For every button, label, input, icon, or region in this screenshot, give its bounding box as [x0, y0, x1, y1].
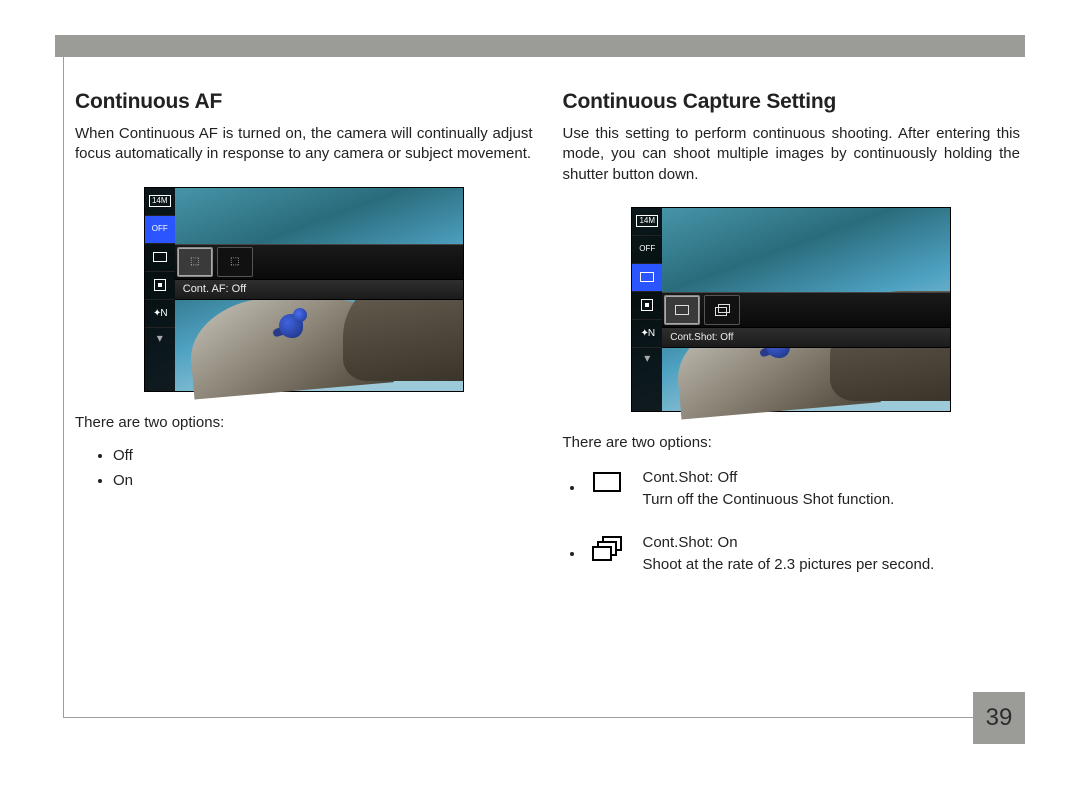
manual-page: Continuous AF When Continuous AF is turn… [0, 0, 1080, 785]
side-metering-icon[interactable] [145, 272, 175, 300]
heading-continuous-af: Continuous AF [75, 90, 533, 114]
bottom-rule [63, 717, 1025, 718]
contshot-on-desc: Shoot at the rate of 2.3 pictures per se… [643, 554, 935, 576]
option-label-capture: Cont.Shot: Off [662, 328, 950, 348]
options-list-af: Off On [113, 447, 533, 489]
menu-sidebar-2: 14M OFF ✦N ▾ [632, 208, 662, 411]
page-number-text: 39 [986, 704, 1013, 732]
camera-lcd-capture: 14M OFF ✦N ▾ Cont.Shot: Off [631, 207, 951, 412]
right-column: Continuous Capture Setting Use this sett… [563, 90, 1021, 598]
contshot-off-desc: Turn off the Continuous Shot function. [643, 489, 895, 511]
opt-contshot-off-icon[interactable] [664, 295, 700, 325]
two-columns: Continuous AF When Continuous AF is turn… [75, 40, 1020, 598]
side-cont-af-icon[interactable]: OFF [145, 216, 175, 244]
option-strip-capture [662, 292, 950, 328]
option-strip-af: ⬚ ⬚ [175, 244, 463, 280]
side-metering-icon-2[interactable] [632, 292, 662, 320]
side-quality-icon-2[interactable]: ✦N [632, 320, 662, 348]
body-continuous-af: When Continuous AF is turned on, the cam… [75, 124, 533, 165]
contshot-on-title: Cont.Shot: On [643, 532, 935, 554]
option-on: On [113, 472, 533, 489]
opt-contshot-on-icon[interactable] [704, 295, 740, 325]
menu-sidebar: 14M OFF ✦N ▾ [145, 188, 175, 391]
side-resolution-icon-2[interactable]: 14M [632, 208, 662, 236]
chevron-down-icon[interactable]: ▾ [145, 328, 175, 348]
opt-af-off-icon[interactable]: ⬚ [177, 247, 213, 277]
options-list-capture: Cont.Shot: Off Turn off the Continuous S… [585, 467, 1021, 576]
side-cont-af-icon-2[interactable]: OFF [632, 236, 662, 264]
heading-continuous-capture: Continuous Capture Setting [563, 90, 1021, 114]
options-intro-capture: There are two options: [563, 434, 1021, 451]
left-rule [63, 57, 64, 717]
multi-frame-icon [585, 532, 629, 562]
page-number: 39 [973, 692, 1025, 744]
side-cont-shot-icon-2[interactable] [632, 264, 662, 292]
chevron-down-icon-2[interactable]: ▾ [632, 348, 662, 368]
left-column: Continuous AF When Continuous AF is turn… [75, 90, 533, 598]
side-cont-shot-icon[interactable] [145, 244, 175, 272]
camera-lcd-af: 14M OFF ✦N ▾ ⬚ ⬚ Cont. AF: Off [144, 187, 464, 392]
contshot-off-title: Cont.Shot: Off [643, 467, 895, 489]
single-frame-icon [585, 467, 629, 497]
options-intro-af: There are two options: [75, 414, 533, 431]
side-resolution-icon[interactable]: 14M [145, 188, 175, 216]
option-contshot-on: Cont.Shot: On Shoot at the rate of 2.3 p… [585, 532, 1021, 576]
opt-af-on-icon[interactable]: ⬚ [217, 247, 253, 277]
photo-bird [273, 306, 313, 346]
body-continuous-capture: Use this setting to perform continuous s… [563, 124, 1021, 185]
header-bar [55, 35, 1025, 57]
option-contshot-off: Cont.Shot: Off Turn off the Continuous S… [585, 467, 1021, 511]
side-quality-icon[interactable]: ✦N [145, 300, 175, 328]
option-label-af: Cont. AF: Off [175, 280, 463, 300]
option-off: Off [113, 447, 533, 464]
